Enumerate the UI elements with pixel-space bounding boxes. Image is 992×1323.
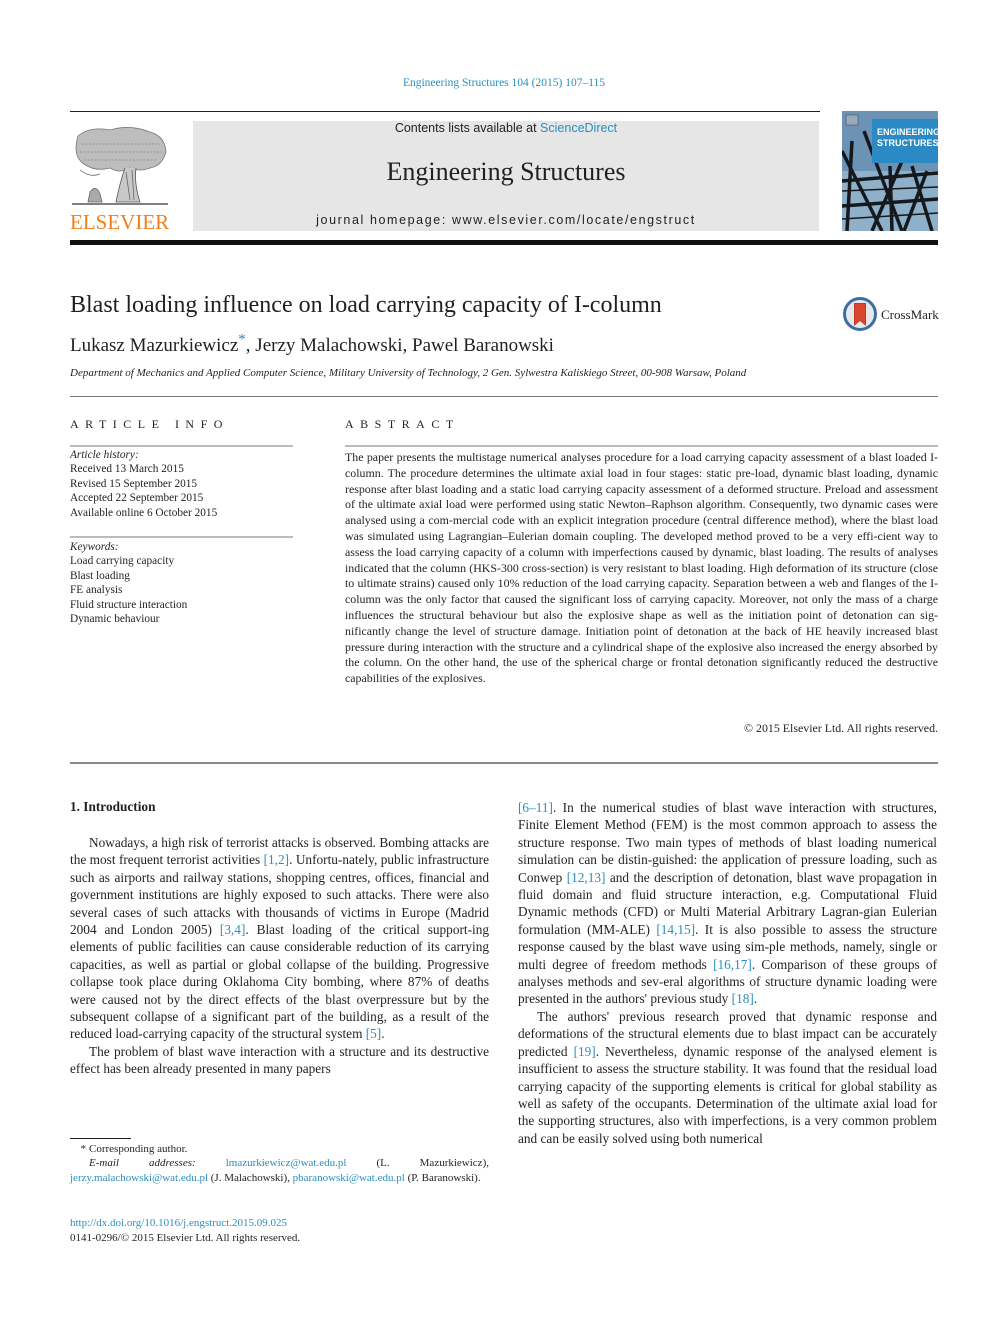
keyword-item: Dynamic behaviour <box>70 613 160 626</box>
paragraph-text: . Blast loading of the critical support-… <box>70 922 490 1042</box>
keyword-item: Load carrying capacity <box>70 555 175 568</box>
body-column-right: [6–11]. In the numerical studies of blas… <box>518 799 937 1147</box>
email-owner: (P. Baranowski). <box>404 1171 481 1184</box>
citation-link[interactable]: [1,2] <box>264 852 289 867</box>
journal-title: Engineering Structures <box>386 157 626 186</box>
sciencedirect-link[interactable]: ScienceDirect <box>540 121 617 135</box>
author-name[interactable]: Jerzy Malachowski <box>255 335 402 356</box>
cover-title-line1: ENGINEERING <box>877 127 938 137</box>
affiliation-divider <box>70 396 938 397</box>
elsevier-tree-icon <box>72 127 168 205</box>
article-title: Blast loading influence on load carrying… <box>70 292 662 318</box>
keyword-item: Blast loading <box>70 569 130 582</box>
body-column-left: Nowadays, a high risk of terrorist attac… <box>70 834 489 1078</box>
journal-masthead: Contents lists available at ScienceDirec… <box>193 121 819 231</box>
author-name[interactable]: Lukasz Mazurkiewicz <box>70 335 238 356</box>
email-owner: (L. Mazurkiewicz), <box>346 1157 489 1170</box>
paragraph-text: . <box>753 991 758 1007</box>
cover-title-line2: STRUCTURES <box>877 138 938 148</box>
citation-link[interactable]: [18] <box>732 991 754 1006</box>
keywords-divider <box>70 536 293 538</box>
footnote-divider <box>70 1138 131 1139</box>
email-link[interactable]: pbaranowski@wat.edu.pl <box>293 1172 405 1184</box>
body-paragraph: The problem of blast wave interaction wi… <box>70 1043 489 1078</box>
email-label: E-mail addresses: <box>89 1157 196 1170</box>
paragraph-text: The problem of blast wave interaction wi… <box>70 1043 489 1077</box>
email-owner: (J. Malachowski), <box>208 1171 293 1184</box>
elsevier-wordmark: ELSEVIER <box>70 210 170 234</box>
citation-link[interactable]: [14,15] <box>656 922 695 937</box>
email-link[interactable]: lmazurkiewicz@wat.edu.pl <box>226 1157 347 1169</box>
author-list: Lukasz Mazurkiewicz*, Jerzy Malachowski,… <box>70 332 554 357</box>
history-revised: Revised 15 September 2015 <box>70 477 198 490</box>
header-thick-divider <box>70 240 938 245</box>
article-history: Article history: Received 13 March 2015 … <box>70 448 310 520</box>
keywords-label: Keywords: <box>70 541 119 553</box>
crossmark-button[interactable]: CrossMark <box>843 297 943 333</box>
crossmark-icon <box>843 297 877 331</box>
body-paragraph: [6–11]. In the numerical studies of blas… <box>518 799 937 1008</box>
paragraph-text: . <box>381 1026 385 1042</box>
journal-reference-link[interactable]: Engineering Structures 104 (2015) 107–11… <box>0 77 992 89</box>
abstract-text: The paper presents the multistage numeri… <box>345 450 938 686</box>
homepage-url-link[interactable]: www.elsevier.com/locate/engstruct <box>452 213 696 227</box>
abstract-divider <box>345 445 938 447</box>
article-info-heading: ARTICLE INFO <box>70 417 229 431</box>
top-divider <box>70 111 820 112</box>
history-accepted: Accepted 22 September 2015 <box>70 492 204 505</box>
corresponding-author-note: Corresponding author. <box>89 1143 188 1155</box>
elsevier-logo: ELSEVIER <box>70 122 170 234</box>
doi-link[interactable]: http://dx.doi.org/10.1016/j.engstruct.20… <box>70 1217 287 1229</box>
footnotes: * Corresponding author. E-mail addresses:… <box>70 1142 489 1185</box>
citation-link[interactable]: [5] <box>366 1026 382 1041</box>
history-available-online: Available online 6 October 2015 <box>70 506 218 519</box>
contents-prefix: Contents lists available at <box>394 121 541 135</box>
article-info-divider <box>70 445 293 447</box>
homepage-prefix: journal homepage: <box>316 213 452 227</box>
footnote-star: * <box>80 1143 87 1155</box>
section-heading-introduction: 1. Introduction <box>70 799 156 814</box>
keyword-item: Fluid structure interaction <box>70 598 188 611</box>
citation-link[interactable]: [19] <box>574 1044 596 1059</box>
body-paragraph: Nowadays, a high risk of terrorist attac… <box>70 834 489 1043</box>
citation-link[interactable]: [16,17] <box>713 957 752 972</box>
issn-copyright: 0141-0296/© 2015 Elsevier Ltd. All right… <box>70 1231 301 1244</box>
article-history-label: Article history: <box>70 449 139 461</box>
history-received: Received 13 March 2015 <box>70 463 184 476</box>
author-name[interactable]: Pawel Baranowski <box>412 335 554 356</box>
citation-link[interactable]: [12,13] <box>567 870 606 885</box>
citation-link[interactable]: [3,4] <box>220 922 245 937</box>
email-link[interactable]: jerzy.malachowski@wat.edu.pl <box>70 1172 208 1184</box>
abstract-bottom-divider <box>70 762 938 764</box>
crossmark-label: CrossMark <box>881 307 939 322</box>
journal-homepage-line: journal homepage: www.elsevier.com/locat… <box>193 213 819 227</box>
cover-title-box: ENGINEERING STRUCTURES <box>872 119 938 163</box>
affiliation: Department of Mechanics and Applied Comp… <box>70 367 747 379</box>
author-separator: , <box>402 335 413 356</box>
author-separator: , <box>245 335 256 356</box>
contents-line: Contents lists available at ScienceDirec… <box>193 121 819 135</box>
corresponding-author-footnote: * Corresponding author. <box>70 1142 489 1156</box>
corresponding-author-marker[interactable]: * <box>238 332 246 348</box>
citation-link[interactable]: [6–11] <box>518 800 553 815</box>
doi-block: http://dx.doi.org/10.1016/j.engstruct.20… <box>70 1216 300 1245</box>
email-footnote: E-mail addresses: lmazurkiewicz@wat.edu.… <box>70 1156 489 1185</box>
journal-cover-image[interactable]: ENGINEERING STRUCTURES <box>842 111 938 231</box>
body-paragraph: The authors' previous research proved th… <box>518 1008 937 1147</box>
keywords: Keywords: Load carrying capacity Blast l… <box>70 540 310 626</box>
abstract-copyright: © 2015 Elsevier Ltd. All rights reserved… <box>744 721 938 735</box>
keyword-item: FE analysis <box>70 584 123 597</box>
abstract-heading: ABSTRACT <box>345 417 460 431</box>
